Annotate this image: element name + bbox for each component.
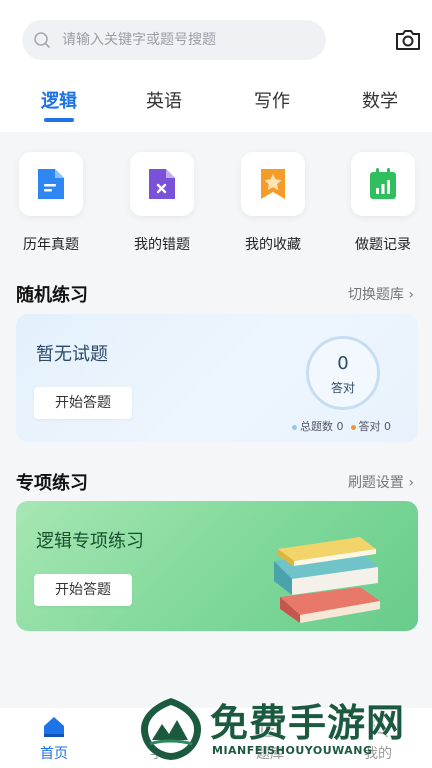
star-bookmark-icon	[261, 169, 285, 199]
quick-label: 做题记录	[355, 237, 411, 253]
tab-active-indicator	[44, 118, 74, 122]
header-area: 请输入关键字或题号搜题 逻辑 英语 写作 数学	[0, 0, 432, 132]
practice-settings-link[interactable]: 刷题设置 ›	[348, 472, 414, 492]
camera-icon[interactable]	[394, 26, 422, 54]
special-practice-title: 专项练习	[16, 473, 88, 494]
chart-calendar-icon	[370, 168, 396, 199]
watermark-text: 免费手游网	[210, 701, 406, 745]
chevron-right-icon: ›	[408, 475, 414, 491]
practice-settings-label: 刷题设置	[347, 475, 404, 491]
quick-label: 我的收藏	[245, 237, 301, 253]
watermark-subtext: MIANFEISHOUYOUWANG	[212, 744, 373, 757]
search-icon	[34, 32, 50, 48]
search-input[interactable]: 请输入关键字或题号搜题	[62, 31, 216, 49]
subject-tabs: 逻辑 英语 写作 数学	[0, 88, 432, 128]
nav-home[interactable]: 首页	[14, 714, 94, 763]
correct-count: 0	[337, 353, 349, 374]
search-bar[interactable]: 请输入关键字或题号搜题	[22, 20, 326, 60]
special-start-button[interactable]: 开始答题	[34, 574, 132, 606]
document-icon	[38, 169, 64, 199]
random-card-title: 暂无试题	[36, 344, 108, 365]
tab-writing[interactable]: 写作	[237, 88, 307, 116]
quick-label: 历年真题	[23, 237, 79, 253]
switch-bank-label: 切换题库	[347, 287, 404, 303]
correct-label: 答对	[330, 381, 355, 395]
switch-bank-link[interactable]: 切换题库 ›	[348, 284, 414, 304]
total-dot	[292, 424, 297, 430]
special-practice-card: 逻辑专项练习 开始答题	[16, 501, 418, 631]
quick-records[interactable]: 做题记录	[350, 152, 416, 254]
correct-count-ring: 0 答对	[306, 336, 380, 410]
total-stat: 总题数 0	[300, 420, 344, 433]
tab-logic[interactable]: 逻辑	[24, 88, 94, 116]
chevron-right-icon: ›	[408, 287, 414, 303]
random-practice-title: 随机练习	[16, 285, 88, 306]
tab-math[interactable]: 数学	[345, 88, 415, 116]
correct-dot	[350, 424, 356, 430]
tab-english[interactable]: 英语	[129, 88, 199, 116]
error-doc-icon	[149, 169, 175, 199]
quick-favorites[interactable]: 我的收藏	[240, 152, 306, 254]
random-practice-card: 暂无试题 开始答题 0 答对 总题数 0 答对 0	[16, 314, 418, 442]
correct-stat: 答对 0	[358, 420, 392, 433]
nav-home-label: 首页	[40, 746, 68, 762]
quick-past-papers[interactable]: 历年真题	[18, 152, 84, 254]
quick-wrong-questions[interactable]: 我的错题	[129, 152, 195, 254]
books-illustration-icon	[274, 537, 380, 623]
quick-label: 我的错题	[134, 237, 190, 253]
special-card-title: 逻辑专项练习	[36, 531, 144, 552]
watermark-logo-icon	[141, 698, 201, 760]
random-stats: 总题数 0 答对 0	[292, 418, 391, 434]
random-start-button[interactable]: 开始答题	[34, 387, 132, 419]
home-icon	[44, 717, 64, 737]
